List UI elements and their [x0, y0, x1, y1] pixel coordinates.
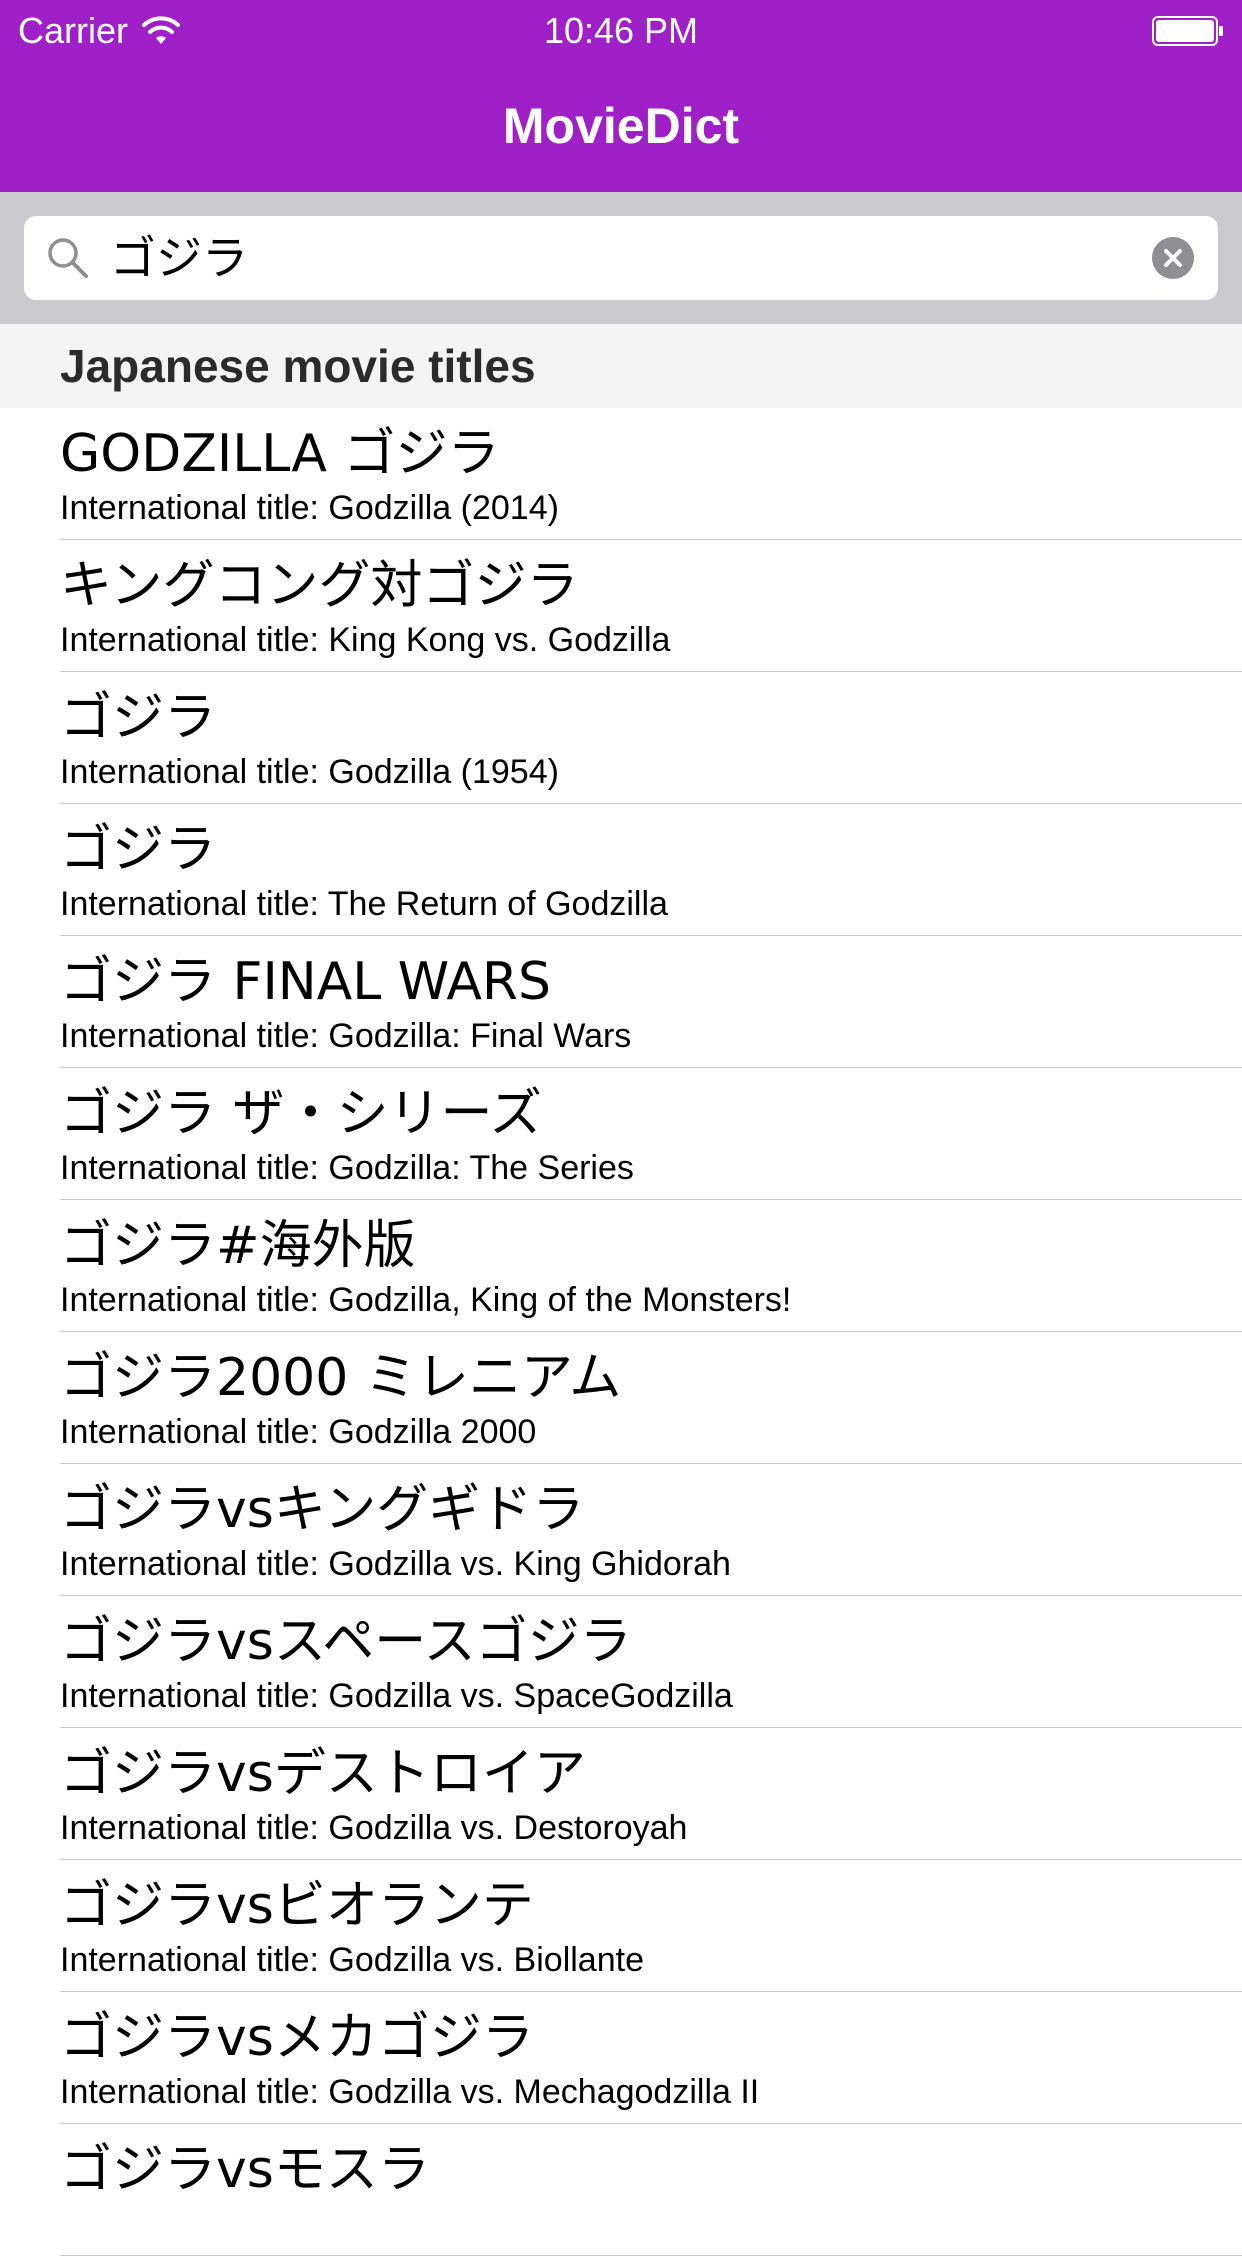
- page-title: MovieDict: [502, 98, 740, 154]
- results-list: GODZILLA ゴジラ International title: Godzil…: [0, 408, 1242, 2256]
- search-field[interactable]: [24, 216, 1218, 300]
- list-item[interactable]: ゴジラ ザ・シリーズ International title: Godzilla…: [0, 1068, 1242, 1200]
- international-title: International title: Godzilla: Final War…: [60, 1017, 632, 1055]
- international-title: International title: Godzilla, King of t…: [60, 1281, 792, 1319]
- movie-title: ゴジラ: [60, 820, 217, 880]
- section-title: Japanese movie titles: [60, 340, 536, 392]
- list-item[interactable]: ゴジラ FINAL WARS International title: Godz…: [0, 936, 1242, 1068]
- international-title: International title: Godzilla vs. Destor…: [60, 1809, 688, 1847]
- list-item[interactable]: GODZILLA ゴジラ International title: Godzil…: [0, 408, 1242, 540]
- international-title: International title: Godzilla 2000: [60, 1413, 537, 1451]
- search-bar: [0, 192, 1242, 324]
- movie-title: ゴジラvsビオランテ: [60, 1876, 534, 1936]
- movie-title: ゴジラvsキングギドラ: [60, 1480, 585, 1540]
- movie-title: ゴジラ ザ・シリーズ: [60, 1084, 542, 1144]
- list-item[interactable]: ゴジラvsデストロイア International title: Godzill…: [0, 1728, 1242, 1860]
- movie-title: ゴジラ2000 ミレニアム: [60, 1348, 622, 1408]
- section-header: Japanese movie titles: [0, 324, 1242, 408]
- international-title: International title: Godzilla: The Serie…: [60, 1149, 634, 1187]
- search-icon: [48, 238, 88, 278]
- international-title: International title: Godzilla (2014): [60, 489, 559, 527]
- movie-title: ゴジラ: [60, 688, 217, 748]
- list-item[interactable]: ゴジラvsキングギドラ International title: Godzill…: [0, 1464, 1242, 1596]
- search-input[interactable]: [110, 216, 1110, 300]
- battery-icon: [1152, 16, 1223, 46]
- list-item[interactable]: ゴジラvsメカゴジラ International title: Godzilla…: [0, 1992, 1242, 2124]
- list-item[interactable]: ゴジラ#海外版 International title: Godzilla, K…: [0, 1200, 1242, 1332]
- movie-title: ゴジラvsデストロイア: [60, 1744, 586, 1804]
- international-title: International title: King Kong vs. Godzi…: [60, 621, 671, 659]
- international-title: International title: Godzilla vs. Mechag…: [60, 2073, 760, 2111]
- list-item[interactable]: ゴジラ International title: The Return of G…: [0, 804, 1242, 936]
- international-title: International title: Godzilla (1954): [60, 753, 559, 791]
- list-item[interactable]: キングコング対ゴジラ International title: King Kon…: [0, 540, 1242, 672]
- nav-bar: Carrier 10:46 PM MovieDict: [0, 0, 1242, 192]
- international-title: International title: Godzilla vs. Biolla…: [60, 1941, 644, 1979]
- list-item[interactable]: ゴジラvsビオランテ International title: Godzilla…: [0, 1860, 1242, 1992]
- international-title: International title: Godzilla vs. SpaceG…: [60, 1677, 733, 1715]
- movie-title: ゴジラvsメカゴジラ: [60, 2008, 534, 2068]
- international-title: International title: The Return of Godzi…: [60, 885, 668, 923]
- movie-title: ゴジラ FINAL WARS: [60, 952, 552, 1012]
- list-item[interactable]: ゴジラ International title: Godzilla (1954): [0, 672, 1242, 804]
- movie-title: キングコング対ゴジラ: [60, 556, 579, 616]
- list-item[interactable]: ゴジラvsモスラ: [0, 2124, 1242, 2256]
- clear-icon[interactable]: [1152, 237, 1194, 279]
- movie-title: ゴジラvsスペースゴジラ: [60, 1612, 632, 1672]
- status-bar: Carrier 10:46 PM: [0, 0, 1242, 60]
- movie-title: ゴジラvsモスラ: [60, 2140, 430, 2200]
- list-item[interactable]: ゴジラ2000 ミレニアム International title: Godzi…: [0, 1332, 1242, 1464]
- movie-title: GODZILLA ゴジラ: [60, 424, 500, 484]
- international-title: International title: Godzilla vs. King G…: [60, 1545, 731, 1583]
- movie-title: ゴジラ#海外版: [60, 1216, 416, 1276]
- list-item[interactable]: ゴジラvsスペースゴジラ International title: Godzil…: [0, 1596, 1242, 1728]
- status-time: 10:46 PM: [543, 10, 699, 51]
